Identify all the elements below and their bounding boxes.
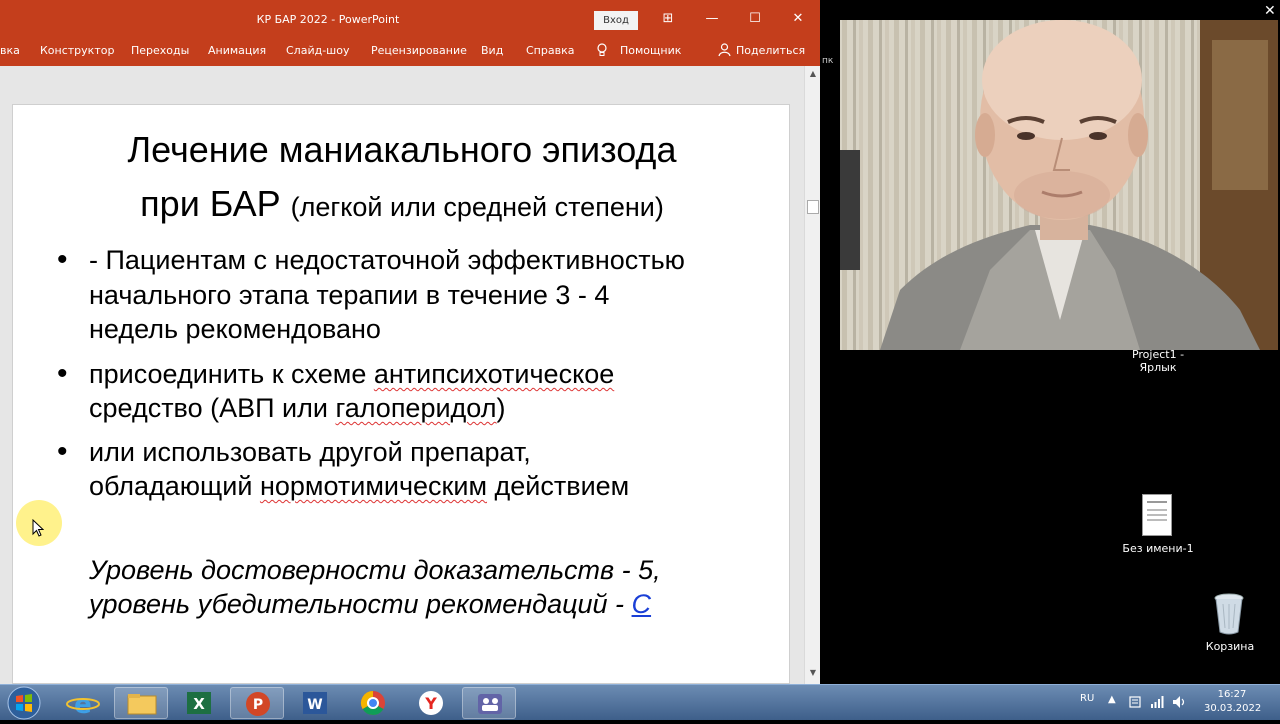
taskbar-powerpoint[interactable]: P: [230, 687, 284, 719]
title-subtitle-text: (легкой или средней степени): [290, 192, 664, 222]
bullet1-line3: недель рекомендовано: [89, 314, 381, 344]
bullet-marker: •: [57, 435, 68, 468]
tab-slideshow[interactable]: Слайд-шоу: [286, 44, 349, 57]
taskbar-yandex-browser[interactable]: Y: [404, 687, 458, 719]
network-icon[interactable]: [1150, 695, 1164, 709]
evidence-line1: Уровень достоверности доказательств - 5,: [89, 555, 661, 585]
minimize-button[interactable]: —: [694, 7, 730, 31]
tab-animations[interactable]: Анимация: [208, 44, 266, 57]
clock[interactable]: 16:27 30.03.2022: [1204, 689, 1262, 714]
vertical-scrollbar[interactable]: ▲ ▼: [804, 66, 820, 684]
ribbon-tabs: вка Конструктор Переходы Анимация Слайд-…: [0, 38, 820, 66]
slide-title-line1: Лечение маниакального эпизода: [127, 129, 677, 170]
tab-view[interactable]: Вид: [481, 44, 503, 57]
lightbulb-icon: [596, 43, 608, 60]
sign-in-button[interactable]: Вход: [594, 11, 638, 30]
language-indicator[interactable]: RU: [1080, 693, 1094, 704]
clock-date: 30.03.2022: [1204, 703, 1262, 714]
svg-text:Y: Y: [424, 694, 437, 713]
taskbar-internet-explorer[interactable]: e: [56, 687, 110, 720]
volume-icon[interactable]: [1172, 695, 1188, 709]
start-button-icon[interactable]: [6, 686, 42, 720]
svg-text:W: W: [307, 697, 322, 713]
tab-insert[interactable]: вка: [0, 44, 20, 57]
webcam-feed-image: [840, 20, 1278, 350]
powerpoint-icon: P: [246, 692, 270, 716]
svg-text:P: P: [253, 697, 263, 713]
bullet2-line2: средство (АВП или галоперидол): [89, 393, 505, 424]
desktop-partial-label: пк: [822, 56, 834, 66]
slide-canvas[interactable]: Лечение маниакального эпизода при БАР (л…: [12, 104, 790, 684]
recycle-bin-icon[interactable]: [1212, 592, 1246, 636]
slide-editor: Лечение маниакального эпизода при БАР (л…: [0, 66, 820, 684]
taskbar-teams[interactable]: [462, 687, 516, 719]
document-icon[interactable]: [1142, 494, 1172, 536]
tab-review[interactable]: Рецензирование: [371, 44, 467, 57]
person-icon: [718, 43, 731, 60]
close-button[interactable]: ✕: [780, 7, 816, 31]
text-run: присоединить к схеме: [89, 359, 374, 389]
text-run: уровень убедительности рекомендаций -: [89, 589, 632, 619]
hyperlink[interactable]: С: [632, 589, 652, 619]
taskbar-word[interactable]: W: [288, 687, 342, 719]
text-run: ): [496, 393, 506, 423]
tab-transitions[interactable]: Переходы: [131, 44, 189, 57]
text-run: средство (АВП или: [89, 393, 336, 423]
bullet3-line2: обладающий нормотимическим действием: [89, 471, 629, 502]
bullet1-line1: - Пациентам с недостаточной эффективност…: [89, 245, 685, 275]
svg-text:e: e: [74, 690, 92, 719]
show-hidden-icons-icon[interactable]: ▲: [1108, 694, 1116, 705]
webcam-video: [840, 20, 1278, 350]
internet-explorer-icon: e: [66, 690, 100, 720]
spellcheck-word: галоперидол: [335, 393, 497, 423]
tab-help[interactable]: Справка: [526, 44, 574, 57]
taskbar-chrome[interactable]: [346, 687, 400, 719]
powerpoint-window: КР БАР 2022 - PowerPoint Вход ⊞ — ☐ ✕ вк…: [0, 0, 820, 684]
desktop-icon-label: Ярлык: [1139, 361, 1177, 374]
spellcheck-word: нормотимическим: [259, 471, 488, 501]
scroll-up-icon[interactable]: ▲: [808, 69, 818, 78]
scroll-thumb[interactable]: [807, 200, 819, 214]
window-title: КР БАР 2022 - PowerPoint: [256, 13, 400, 26]
taskbar-file-explorer[interactable]: [114, 687, 168, 719]
bullet-marker: •: [57, 357, 68, 390]
maximize-button[interactable]: ☐: [737, 7, 773, 31]
action-center-icon[interactable]: [1128, 695, 1142, 709]
taskbar-excel[interactable]: X: [172, 687, 226, 719]
bullet-marker: •: [57, 243, 68, 276]
bullet2-line1: присоединить к схеме антипсихотическое: [89, 359, 614, 390]
tab-tell-me[interactable]: Помощник: [620, 44, 681, 57]
chrome-icon: [360, 691, 385, 716]
word-icon: W: [303, 692, 327, 714]
yandex-icon: Y: [419, 691, 443, 715]
mouse-pointer-icon: [32, 519, 44, 537]
desktop-icon-project1[interactable]: Project1 - Ярлык: [1118, 348, 1198, 374]
video-close-icon[interactable]: ✕: [1264, 3, 1276, 19]
scroll-down-icon[interactable]: ▼: [808, 668, 818, 677]
desktop-icon-label: Project1 -: [1131, 348, 1185, 361]
title-main-text: при БАР: [140, 183, 291, 224]
desktop-icon-label[interactable]: Корзина: [1190, 640, 1270, 653]
taskbar: e X P W Y RU ▲ 16:27 30.03.2022: [0, 684, 1280, 720]
teams-icon: [478, 694, 502, 714]
desktop-icon-label[interactable]: Без имени-1: [1113, 542, 1203, 555]
bullet1-line2: начального этапа терапии в течение 3 - 4: [89, 280, 610, 310]
ribbon-display-options-button[interactable]: ⊞: [650, 7, 686, 31]
spellcheck-word: антипсихотическое: [373, 359, 615, 389]
title-bar: КР БАР 2022 - PowerPoint Вход ⊞ — ☐ ✕: [0, 0, 820, 38]
svg-text:X: X: [193, 695, 205, 713]
evidence-line2: уровень убедительности рекомендаций - С: [89, 589, 651, 620]
tab-design[interactable]: Конструктор: [40, 44, 114, 57]
folder-icon: [127, 694, 157, 715]
clock-time: 16:27: [1217, 689, 1247, 700]
excel-icon: X: [187, 692, 211, 714]
slide-title-line2: при БАР (легкой или средней степени): [13, 183, 791, 225]
text-run: действием: [487, 471, 630, 501]
bullet3-line1: или использовать другой препарат,: [89, 437, 531, 467]
share-button[interactable]: Поделиться: [736, 44, 805, 57]
text-run: обладающий: [89, 471, 260, 501]
